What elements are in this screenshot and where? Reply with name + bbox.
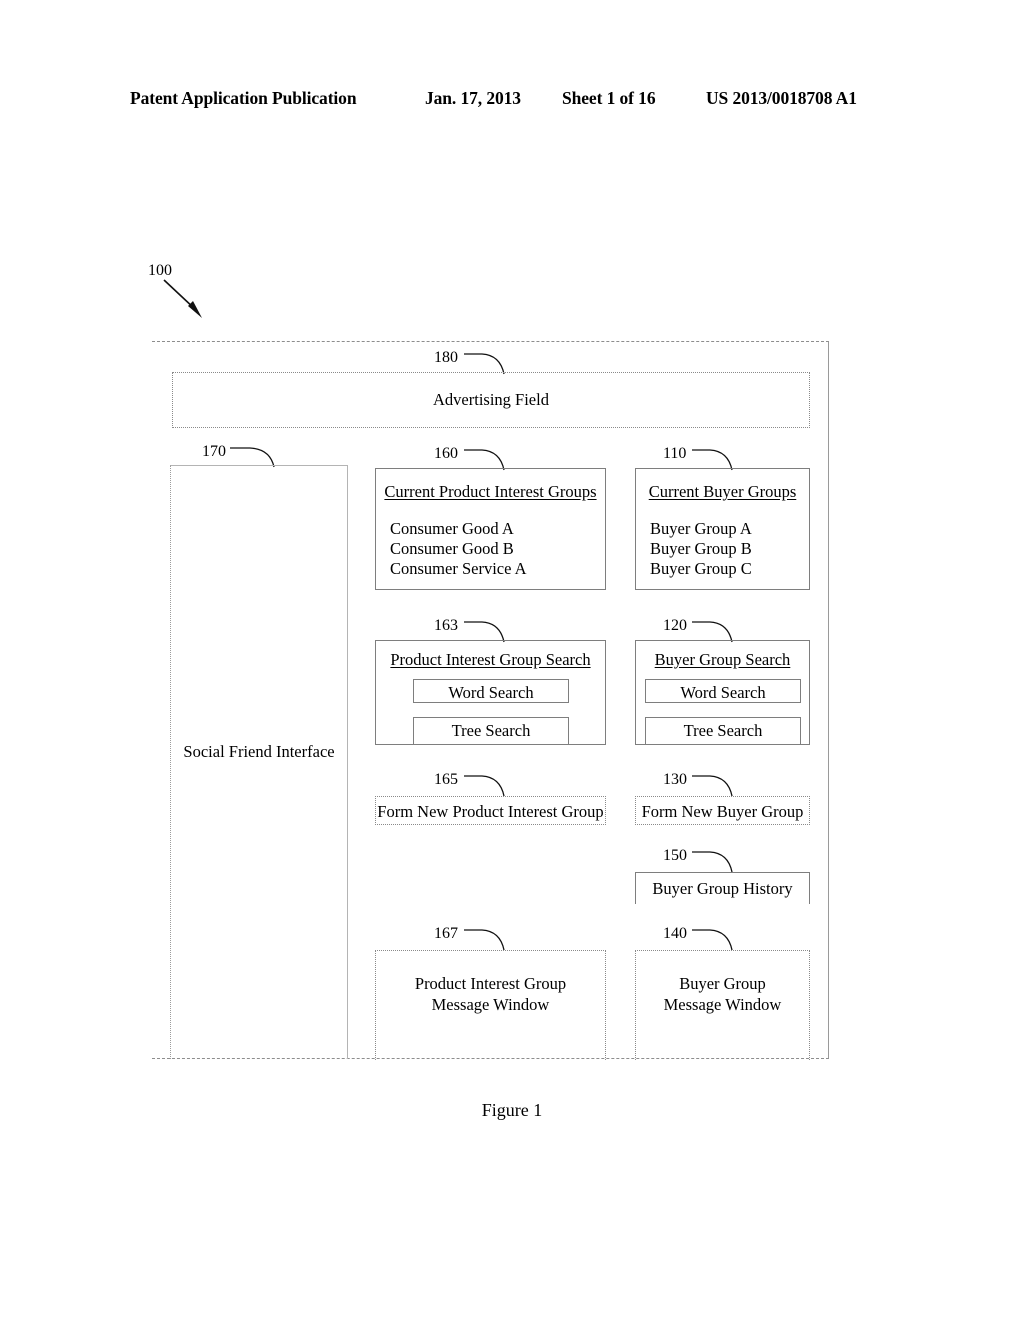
form-new-buyer-group-button[interactable]: Form New Buyer Group <box>635 796 810 825</box>
form-new-product-interest-group-label: Form New Product Interest Group <box>377 802 604 821</box>
callout-163: 163 <box>434 617 458 634</box>
product-interest-group-search-heading: Product Interest Group Search <box>390 650 591 669</box>
buyer-group-history-label: Buyer Group History <box>652 879 793 898</box>
product-tree-search-button[interactable]: Tree Search <box>413 717 569 744</box>
current-buyer-groups-heading: Current Buyer Groups <box>648 482 797 501</box>
form-new-buyer-group-label: Form New Buyer Group <box>641 802 804 821</box>
header-date: Jan. 17, 2013 <box>425 88 521 108</box>
current-product-interest-groups-heading: Current Product Interest Groups <box>384 482 597 501</box>
callout-150: 150 <box>663 847 687 864</box>
callout-180: 180 <box>434 349 458 366</box>
product-tree-search-label: Tree Search <box>451 721 531 740</box>
current-buyer-groups-list: Buyer Group A Buyer Group B Buyer Group … <box>650 519 752 579</box>
callout-140: 140 <box>663 925 687 942</box>
callout-160: 160 <box>434 445 458 462</box>
current-buyer-groups-box[interactable]: Current Buyer Groups Buyer Group A Buyer… <box>635 468 810 590</box>
list-item[interactable]: Buyer Group C <box>650 559 752 579</box>
form-new-product-interest-group-button[interactable]: Form New Product Interest Group <box>375 796 606 825</box>
buyer-group-search-heading: Buyer Group Search <box>654 650 791 669</box>
product-interest-group-search-box[interactable]: Product Interest Group Search Word Searc… <box>375 640 606 745</box>
social-friend-interface-label: Social Friend Interface <box>183 742 335 761</box>
current-product-interest-groups-list: Consumer Good A Consumer Good B Consumer… <box>390 519 527 579</box>
advertising-field-box[interactable]: Advertising Field <box>172 372 810 428</box>
header-sheet-number: Sheet 1 of 16 <box>562 88 656 108</box>
list-item[interactable]: Consumer Good B <box>390 539 527 559</box>
current-product-interest-groups-box[interactable]: Current Product Interest Groups Consumer… <box>375 468 606 590</box>
buyer-word-search-label: Word Search <box>680 683 766 702</box>
product-interest-group-message-window-line1: Product Interest Group <box>414 974 567 993</box>
callout-167: 167 <box>434 925 458 942</box>
buyer-group-search-box[interactable]: Buyer Group Search Word Search Tree Sear… <box>635 640 810 745</box>
callout-110: 110 <box>663 445 687 462</box>
product-interest-group-message-window[interactable]: Product Interest Group Message Window <box>375 950 606 1060</box>
product-interest-group-message-window-line2: Message Window <box>431 995 550 1014</box>
buyer-tree-search-label: Tree Search <box>683 721 763 740</box>
list-item[interactable]: Consumer Good A <box>390 519 527 539</box>
list-item[interactable]: Consumer Service A <box>390 559 527 579</box>
product-word-search-button[interactable]: Word Search <box>413 679 569 703</box>
header-patent-number: US 2013/0018708 A1 <box>706 88 857 108</box>
advertising-field-label: Advertising Field <box>433 390 549 409</box>
buyer-group-message-window[interactable]: Buyer Group Message Window <box>635 950 810 1060</box>
figure-caption: Figure 1 <box>481 1100 543 1120</box>
buyer-group-message-window-line2: Message Window <box>663 995 782 1014</box>
buyer-group-message-window-line1: Buyer Group <box>679 974 766 993</box>
product-word-search-label: Word Search <box>448 683 534 702</box>
callout-130: 130 <box>663 771 687 788</box>
callout-170: 170 <box>202 443 226 460</box>
system-reference-arrow-icon <box>163 279 202 318</box>
callout-120: 120 <box>663 617 687 634</box>
page-header: Patent Application Publication Jan. 17, … <box>130 88 894 114</box>
buyer-group-history-button[interactable]: Buyer Group History <box>635 872 810 904</box>
buyer-word-search-button[interactable]: Word Search <box>645 679 801 703</box>
list-item[interactable]: Buyer Group B <box>650 539 752 559</box>
buyer-tree-search-button[interactable]: Tree Search <box>645 717 801 744</box>
callout-165: 165 <box>434 771 458 788</box>
social-friend-interface-panel[interactable] <box>170 465 348 1059</box>
list-item[interactable]: Buyer Group A <box>650 519 752 539</box>
header-publication: Patent Application Publication <box>130 88 357 108</box>
